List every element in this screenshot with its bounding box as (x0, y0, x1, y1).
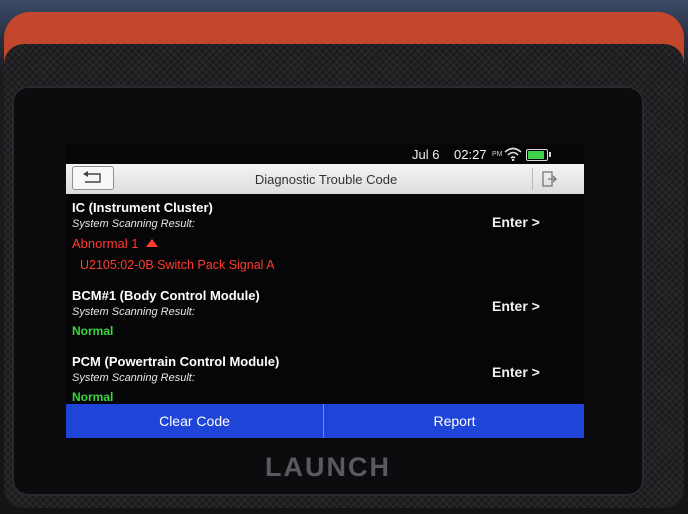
brand-logo: LAUNCH (265, 452, 391, 482)
diagnostic-screen: Jul 6 02:27 PM Diagnostic Trouble Code I… (66, 144, 584, 440)
back-arrow-icon (83, 171, 101, 183)
scan-result-label: System Scanning Result: (72, 372, 195, 384)
action-bar: Clear Code Report (66, 404, 584, 438)
module-status-normal: Normal (72, 324, 114, 338)
module-status-normal: Normal (72, 390, 114, 404)
wifi-icon (504, 147, 522, 161)
status-ampm: PM (492, 151, 503, 158)
scan-result-label: System Scanning Result: (72, 218, 195, 230)
enter-button-bcm[interactable]: Enter > (492, 298, 540, 314)
caret-up-icon (146, 239, 159, 247)
exit-button[interactable] (532, 168, 563, 190)
page-title: Diagnostic Trouble Code (254, 172, 398, 187)
module-name: BCM#1 (Body Control Module) (72, 288, 260, 303)
status-bar: Jul 6 02:27 PM (66, 144, 584, 164)
title-bar: Diagnostic Trouble Code (66, 164, 584, 194)
status-time: 02:27 (454, 147, 487, 162)
module-name: IC (Instrument Cluster) (72, 200, 213, 215)
module-status-abnormal[interactable]: Abnormal 1 (72, 236, 159, 251)
enter-button-ic[interactable]: Enter > (492, 214, 540, 230)
clear-code-button[interactable]: Clear Code (66, 404, 324, 438)
enter-button-pcm[interactable]: Enter > (492, 364, 540, 380)
module-name: PCM (Powertrain Control Module) (72, 354, 280, 369)
battery-icon (526, 149, 551, 161)
dtc-code: U2105:02-0B Switch Pack Signal A (80, 258, 275, 272)
back-button[interactable] (72, 166, 114, 190)
status-date: Jul 6 (412, 147, 440, 162)
scan-result-label: System Scanning Result: (72, 306, 195, 318)
status-text: Abnormal 1 (72, 236, 139, 251)
exit-icon (542, 171, 557, 187)
module-list: IC (Instrument Cluster) System Scanning … (66, 194, 584, 404)
report-button[interactable]: Report (325, 404, 584, 438)
